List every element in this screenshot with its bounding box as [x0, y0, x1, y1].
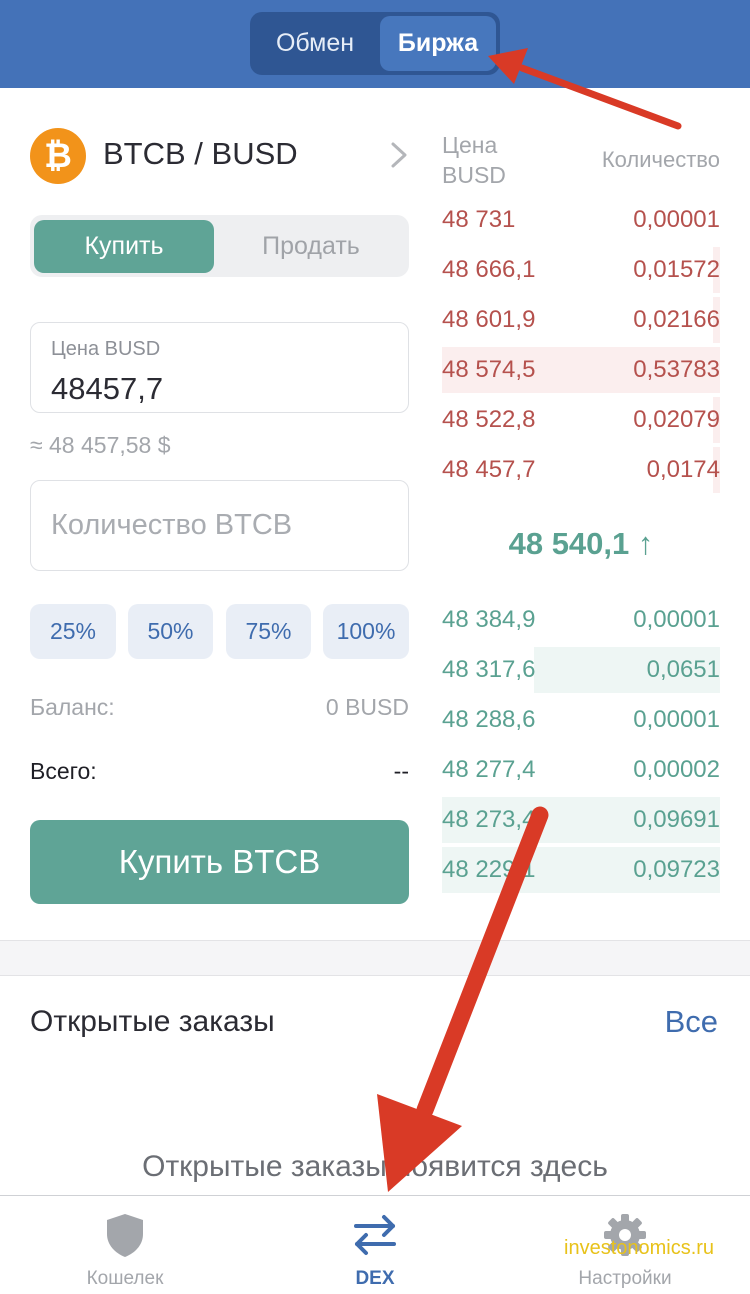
open-orders-empty-text: Открытые заказы появится здесь: [142, 1150, 608, 1183]
price-input-label: Цена BUSD: [51, 338, 161, 360]
orderbook-price: 48 522,8: [442, 406, 536, 433]
orderbook-bid-row[interactable]: 48 273,4 0,09691: [442, 797, 720, 843]
orderbook-qty: 0,0174: [646, 456, 720, 483]
open-orders-title: Открытые заказы: [30, 1005, 275, 1038]
section-divider: [0, 940, 750, 976]
tab-wallet-label: Кошелек: [86, 1268, 164, 1289]
orderbook-bid-row[interactable]: 48 317,6 0,0651: [442, 647, 720, 693]
price-input[interactable]: Цена BUSD 48457,7: [30, 322, 409, 413]
orderbook-qty: 0,01572: [633, 256, 720, 283]
orderbook-qty: 0,0651: [646, 656, 720, 683]
orderbook-price: 48 384,9: [442, 606, 536, 633]
orderbook-ask-row[interactable]: 48 457,7 0,0174: [442, 447, 720, 493]
orderbook-qty: 0,09723: [633, 856, 720, 883]
orderbook-bid-row[interactable]: 48 229,1 0,09723: [442, 847, 720, 893]
balance-label: Баланс:: [30, 694, 115, 720]
orderbook-qty-header: Количество: [601, 147, 720, 172]
shield-icon: [107, 1214, 143, 1257]
percent-75-button[interactable]: 75%: [226, 604, 311, 659]
orderbook-qty: 0,00002: [633, 756, 720, 783]
orderbook-price: 48 317,6: [442, 656, 536, 683]
orderbook-qty: 0,00001: [633, 606, 720, 633]
orderbook-price: 48 277,4: [442, 756, 536, 783]
orderbook-mid-price: 48 540,1 ↑: [508, 526, 654, 561]
sell-tab[interactable]: Продать: [216, 220, 406, 273]
orderbook-price: 48 574,5: [442, 356, 536, 383]
buy-submit-button[interactable]: Купить BTCB: [30, 820, 409, 904]
orderbook-qty: 0,00001: [633, 206, 720, 233]
orderbook-qty: 0,00001: [633, 706, 720, 733]
orderbook-price: 48 666,1: [442, 256, 536, 283]
percent-100-button[interactable]: 100%: [323, 604, 409, 659]
percent-25-button[interactable]: 25%: [30, 604, 116, 659]
orderbook-qty: 0,09691: [633, 806, 720, 833]
tab-dex-label: DEX: [355, 1268, 395, 1289]
quantity-input[interactable]: Количество BTCB: [30, 480, 409, 571]
balance-value: 0 BUSD: [325, 694, 409, 720]
percent-50-button[interactable]: 50%: [128, 604, 213, 659]
orderbook-ask-row[interactable]: 48 522,8 0,02079: [442, 397, 720, 443]
orderbook-ask-row[interactable]: 48 574,5 0,53783: [442, 347, 720, 393]
mode-segmented-control: Обмен Биржа: [250, 12, 500, 75]
orderbook-price: 48 457,7: [442, 456, 536, 483]
top-header: Обмен Биржа: [0, 0, 750, 88]
orderbook-bid-row[interactable]: 48 384,9 0,00001: [442, 597, 720, 643]
bitcoin-icon: ₿: [30, 128, 86, 184]
orderbook-ask-row[interactable]: 48 666,1 0,01572: [442, 247, 720, 293]
orderbook-qty: 0,02166: [633, 306, 720, 333]
orderbook-price: 48 229,1: [442, 856, 536, 883]
orderbook-price: 48 273,4: [442, 806, 536, 833]
buy-tab[interactable]: Купить: [34, 220, 214, 273]
buy-sell-toggle: Купить Продать: [30, 215, 409, 277]
orderbook-price: 48 288,6: [442, 706, 536, 733]
tab-wallet[interactable]: Кошелек: [0, 1196, 250, 1294]
quantity-input-placeholder[interactable]: Количество BTCB: [51, 509, 292, 542]
orderbook-qty: 0,53783: [633, 356, 720, 383]
tab-settings-label: Настройки: [578, 1268, 672, 1289]
open-orders-all-link[interactable]: Все: [600, 1004, 718, 1040]
segment-market[interactable]: Биржа: [380, 16, 496, 71]
orderbook-bid-row[interactable]: 48 288,6 0,00001: [442, 697, 720, 743]
price-input-value[interactable]: 48457,7: [51, 371, 163, 407]
swap-arrows-icon: [354, 1215, 396, 1255]
chevron-right-icon[interactable]: [388, 140, 410, 170]
orderbook-price: 48 731: [442, 206, 516, 233]
total-label: Всего:: [30, 758, 97, 784]
orderbook-price: 48 601,9: [442, 306, 536, 333]
orderbook-qty: 0,02079: [633, 406, 720, 433]
orderbook-bid-row[interactable]: 48 277,4 0,00002: [442, 747, 720, 793]
orderbook-ask-row[interactable]: 48 731 0,00001: [442, 197, 720, 243]
watermark-text: investonomics.ru: [564, 1237, 715, 1259]
orderbook-price-header: Цена BUSD: [442, 132, 506, 188]
orderbook-ask-row[interactable]: 48 601,9 0,02166: [442, 297, 720, 343]
pair-name[interactable]: BTCB / BUSD: [103, 136, 298, 172]
tab-dex[interactable]: DEX: [250, 1196, 500, 1294]
segment-exchange[interactable]: Обмен: [254, 16, 376, 71]
total-value: --: [393, 758, 409, 784]
approx-usd-value: ≈ 48 457,58 $: [30, 432, 171, 458]
